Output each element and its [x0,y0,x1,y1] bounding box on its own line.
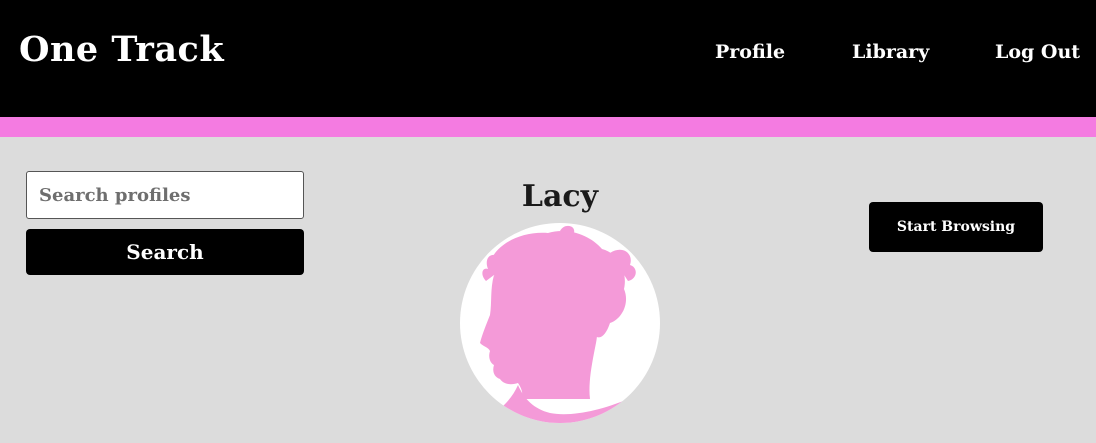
nav-logout-link[interactable]: Log Out [995,38,1080,66]
profile-name: Lacy [521,179,599,214]
nav-library-link[interactable]: Library [852,38,929,66]
brand-logo[interactable]: One Track [19,26,224,74]
start-browsing-button[interactable]: Start Browsing [869,202,1043,252]
search-button[interactable]: Search [26,229,304,275]
search-profiles-input[interactable] [26,171,304,219]
profile-avatar [460,223,660,423]
nav-profile-link[interactable]: Profile [715,38,785,66]
accent-stripe [0,117,1096,137]
woman-silhouette-icon [480,225,660,423]
top-navbar: One Track Profile Library Log Out [0,0,1096,117]
